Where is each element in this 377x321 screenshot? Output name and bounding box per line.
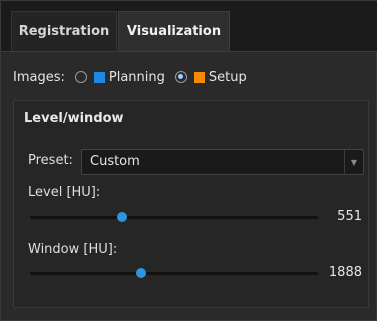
preset-label: Preset:	[28, 153, 73, 168]
tab-bar: Registration Visualization	[1, 1, 377, 52]
images-selector: Images: Planning Setup	[13, 67, 247, 87]
planning-color-swatch	[93, 71, 105, 83]
preset-value: Custom	[90, 154, 140, 169]
window-slider-handle[interactable]	[135, 268, 146, 278]
setup-radio[interactable]	[174, 71, 187, 83]
tab-visualization[interactable]: Visualization	[118, 11, 230, 51]
preset-dropdown[interactable]: Custom ▼	[81, 149, 364, 175]
images-label: Images:	[13, 69, 65, 85]
chevron-down-icon[interactable]: ▼	[344, 150, 363, 174]
window-value: 1888	[328, 265, 362, 280]
level-slider[interactable]	[30, 212, 318, 222]
window-slider[interactable]	[30, 268, 318, 278]
planning-label: Planning	[108, 69, 165, 85]
tab-registration[interactable]: Registration	[11, 11, 117, 51]
level-window-group: Level/window Preset: Custom ▼ Level [HU]…	[13, 100, 369, 308]
planning-radio[interactable]	[74, 71, 87, 83]
setup-color-swatch	[193, 71, 205, 83]
group-title: Level/window	[24, 111, 124, 126]
window-label: Window [HU]:	[28, 242, 118, 257]
setup-label: Setup	[208, 69, 247, 85]
level-label: Level [HU]:	[28, 185, 101, 200]
level-value: 551	[337, 209, 362, 224]
level-slider-handle[interactable]	[117, 212, 128, 222]
visualization-panel: Registration Visualization Images: Plann…	[0, 0, 377, 321]
